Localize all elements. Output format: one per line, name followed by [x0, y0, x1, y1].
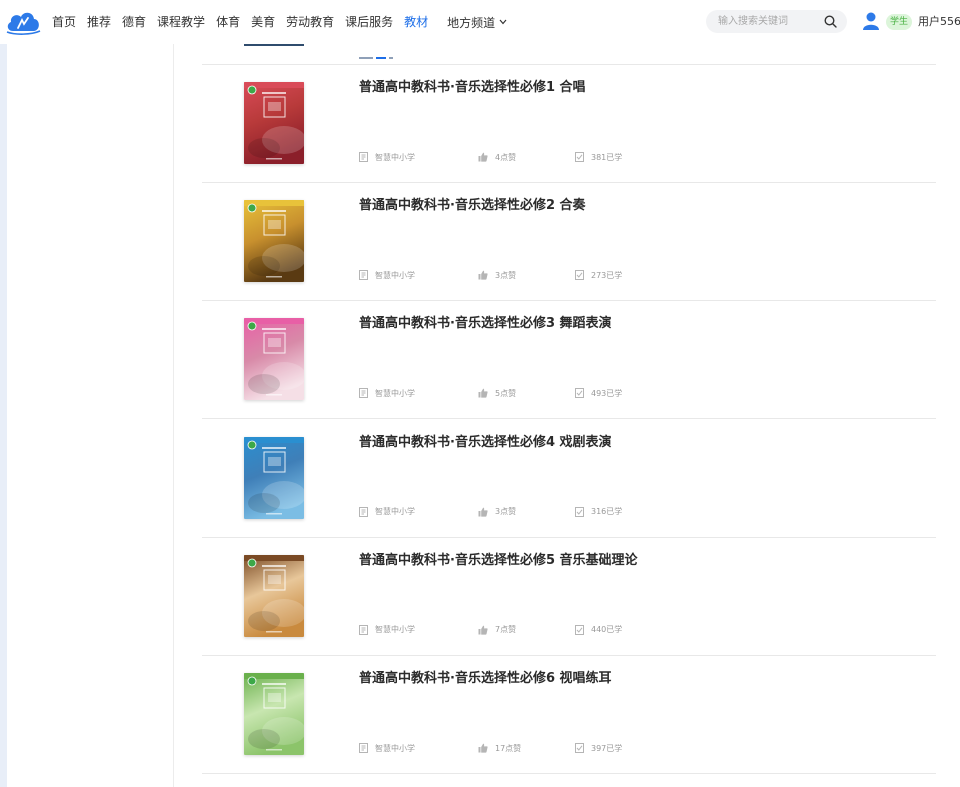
thumbs-up-icon [478, 743, 488, 753]
book-title[interactable]: 普通高中教科书·音乐选择性必修6 视唱练耳 [359, 669, 612, 689]
publisher-label: 智慧中小学 [375, 388, 415, 398]
like-count: 3点赞 [478, 268, 516, 282]
document-icon [359, 388, 368, 399]
like-count-label: 5点赞 [495, 388, 517, 398]
sidebar-divider [173, 44, 174, 787]
user-name[interactable]: 用户5562 [918, 13, 960, 31]
nav-item[interactable]: 体育 [216, 0, 240, 44]
like-count: 4点赞 [478, 150, 516, 164]
document-icon [359, 743, 368, 753]
like-count: 5点赞 [478, 386, 516, 400]
top-navigation-bar: 首页推荐德育课程教学体育美育劳动教育课后服务教材 地方频道 学生 用户5562 [0, 0, 960, 44]
like-count: 17点赞 [478, 741, 521, 755]
publisher: 智慧中小学 [359, 741, 415, 755]
left-edge-strip [0, 44, 7, 787]
publisher: 智慧中小学 [359, 268, 415, 282]
thumbs-up-icon [478, 388, 488, 398]
publisher: 智慧中小学 [359, 150, 415, 164]
study-count: 273已学 [575, 268, 622, 282]
chevron-down-icon [499, 19, 507, 25]
cloud-logo-icon[interactable] [5, 9, 41, 35]
like-count-label: 7点赞 [495, 625, 517, 635]
book-title[interactable]: 普通高中教科书·音乐选择性必修2 合奏 [359, 196, 586, 216]
publisher-label: 智慧中小学 [375, 743, 415, 753]
study-record-icon [575, 743, 584, 753]
document-icon [359, 270, 368, 281]
list-item[interactable]: 普通高中教科书·音乐选择性必修6 视唱练耳智慧中小学 17点赞 397已学 [202, 656, 936, 774]
like-count-label: 3点赞 [495, 507, 517, 517]
like-count: 3点赞 [478, 505, 516, 519]
book-title[interactable]: 普通高中教科书·音乐选择性必修1 合唱 [359, 78, 586, 98]
study-record-icon [575, 270, 584, 281]
role-badge: 学生 [886, 14, 913, 30]
like-count-label: 17点赞 [495, 743, 522, 753]
list-item[interactable]: 普通高中教科书·音乐选择性必修2 合奏智慧中小学 3点赞 273已学 [202, 183, 936, 302]
study-count: 440已学 [575, 623, 622, 637]
thumbs-up-icon [478, 270, 488, 280]
study-record-icon [575, 152, 584, 162]
list-item[interactable]: 普通高中教科书·音乐选择性必修4 戏剧表演智慧中小学 3点赞 316已学 [202, 420, 936, 538]
nav-dropdown-local-channels[interactable]: 地方频道 [447, 14, 507, 31]
nav-item[interactable]: 课程教学 [157, 0, 205, 44]
book-cover-image[interactable] [244, 554, 304, 637]
publisher: 智慧中小学 [359, 386, 415, 400]
nav-dropdown-label: 地方频道 [447, 15, 496, 30]
book-title[interactable]: 普通高中教科书·音乐选择性必修5 音乐基础理论 [359, 551, 638, 571]
book-title[interactable]: 普通高中教科书·音乐选择性必修4 戏剧表演 [359, 433, 612, 453]
nav-item[interactable]: 德育 [122, 0, 146, 44]
book-cover-image[interactable] [244, 673, 304, 755]
study-count: 493已学 [575, 386, 622, 400]
user-avatar-icon[interactable] [862, 11, 880, 31]
study-count-label: 440已学 [591, 625, 623, 635]
document-icon [359, 506, 368, 517]
document-icon [359, 624, 368, 635]
like-count-label: 4点赞 [495, 152, 517, 162]
nav-item[interactable]: 教材 [404, 0, 428, 44]
publisher-label: 智慧中小学 [375, 625, 415, 635]
book-cover-image[interactable] [244, 318, 304, 401]
study-record-icon [575, 388, 584, 399]
like-count-label: 3点赞 [495, 270, 517, 280]
study-count-label: 316已学 [591, 507, 623, 517]
list-item[interactable]: 普通高中教科书·音乐选择性必修1 合唱智慧中小学 4点赞 381已学 [202, 65, 936, 183]
meta-partial [359, 44, 419, 59]
study-count: 381已学 [575, 150, 622, 164]
publisher-label: 智慧中小学 [375, 270, 415, 280]
study-count-label: 397已学 [591, 743, 623, 753]
publisher-label: 智慧中小学 [375, 507, 415, 517]
study-count-label: 273已学 [591, 270, 623, 280]
publisher: 智慧中小学 [359, 623, 415, 637]
like-count: 7点赞 [478, 623, 516, 637]
thumbs-up-icon [478, 625, 488, 635]
study-record-icon [575, 624, 584, 635]
nav-item[interactable]: 首页 [52, 0, 76, 44]
publisher: 智慧中小学 [359, 505, 415, 519]
thumbs-up-icon [478, 507, 488, 517]
main-nav: 首页 推荐 德育 课程教学 体育 美育 劳动教育 课后服务 教材 地方频道 [52, 0, 507, 44]
study-count: 397已学 [575, 741, 622, 755]
search-icon[interactable] [824, 15, 837, 28]
nav-item[interactable]: 推荐 [87, 0, 111, 44]
list-item[interactable]: 普通高中教科书·音乐选择性必修3 舞蹈表演智慧中小学 5点赞 493已学 [202, 301, 936, 420]
list-item-partial[interactable] [202, 44, 936, 65]
book-cover-image[interactable] [244, 436, 304, 519]
book-cover-image[interactable] [244, 200, 304, 283]
study-count: 316已学 [575, 505, 622, 519]
nav-item[interactable]: 课后服务 [345, 0, 393, 44]
nav-item[interactable]: 劳动教育 [286, 0, 334, 44]
study-count-label: 493已学 [591, 388, 623, 398]
search-input[interactable] [718, 10, 818, 33]
study-count-label: 381已学 [591, 152, 623, 162]
nav-item[interactable]: 美育 [251, 0, 275, 44]
book-cover-image[interactable] [244, 82, 304, 164]
document-icon [359, 152, 368, 162]
thumbs-up-icon [478, 152, 488, 162]
publisher-label: 智慧中小学 [375, 152, 415, 162]
list-item[interactable]: 普通高中教科书·音乐选择性必修5 音乐基础理论智慧中小学 7点赞 440已学 [202, 538, 936, 656]
study-record-icon [575, 506, 584, 517]
book-cover-partial [244, 44, 304, 46]
book-title[interactable]: 普通高中教科书·音乐选择性必修3 舞蹈表演 [359, 314, 612, 334]
search-box [706, 10, 847, 33]
